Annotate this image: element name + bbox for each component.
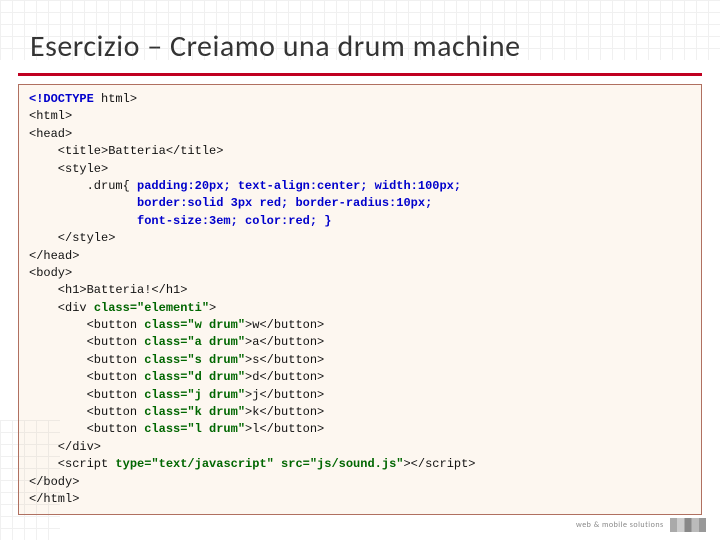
code-line: </html>	[29, 492, 79, 506]
code-text: <button	[29, 335, 144, 349]
code-text: >w</button>	[245, 318, 324, 332]
code-text: <script	[29, 457, 115, 471]
code-attr: class="j drum"	[144, 388, 245, 402]
code-line: </body>	[29, 475, 79, 489]
code-text: html>	[94, 92, 137, 106]
code-line: </head>	[29, 249, 79, 263]
footer-logo-icon	[670, 518, 706, 532]
code-text: >s</button>	[245, 353, 324, 367]
code-line: </div>	[29, 440, 101, 454]
footer-text: web & mobile solutions	[576, 520, 664, 530]
code-text: >a</button>	[245, 335, 324, 349]
code-line: <!DOCTYPE	[29, 92, 94, 106]
code-attr: class="k drum"	[144, 405, 245, 419]
code-text: <button	[29, 318, 144, 332]
code-attr: class="d drum"	[144, 370, 245, 384]
code-text: >l</button>	[245, 422, 324, 436]
code-text: ></scr	[403, 457, 446, 471]
title-underline	[18, 73, 702, 76]
code-text: <button	[29, 388, 144, 402]
code-text: <button	[29, 405, 144, 419]
code-attr: class="elementi"	[94, 301, 209, 315]
code-block: <!DOCTYPE html> <html> <head> <title>Bat…	[18, 84, 702, 515]
code-text: </title>	[166, 144, 224, 158]
code-text: Batteria!	[87, 283, 152, 297]
code-css: border:solid 3px red; border-radius:10px…	[29, 196, 432, 210]
code-text: <div	[29, 301, 94, 315]
code-text: <h1>	[29, 283, 87, 297]
code-text: <button	[29, 422, 144, 436]
slide-title: Esercizio – Creiamo una drum machine	[0, 0, 720, 73]
code-text: <title>	[29, 144, 108, 158]
code-attr: class="a drum"	[144, 335, 245, 349]
code-attr: class="l drum"	[144, 422, 245, 436]
code-attr: type="text/javascript" src="js/sound.js"	[115, 457, 403, 471]
code-line: <head>	[29, 127, 72, 141]
code-line: <style>	[29, 162, 108, 176]
code-text: <button	[29, 353, 144, 367]
code-text: >d</button>	[245, 370, 324, 384]
code-line: </style>	[29, 231, 115, 245]
code-text: ipt>	[447, 457, 476, 471]
code-text: Batteria	[108, 144, 166, 158]
code-text: </h1>	[151, 283, 187, 297]
code-css: font-size:3em; color:red; }	[29, 214, 331, 228]
code-attr: class="s drum"	[144, 353, 245, 367]
code-css: padding:20px; text-align:center; width:1…	[137, 179, 461, 193]
code-text: .drum{	[29, 179, 137, 193]
code-line: <html>	[29, 109, 72, 123]
code-line: <body>	[29, 266, 72, 280]
code-text: >j</button>	[245, 388, 324, 402]
code-text: <button	[29, 370, 144, 384]
code-text: >	[209, 301, 216, 315]
code-attr: class="w drum"	[144, 318, 245, 332]
code-text: >k</button>	[245, 405, 324, 419]
footer-branding: web & mobile solutions	[576, 518, 706, 532]
